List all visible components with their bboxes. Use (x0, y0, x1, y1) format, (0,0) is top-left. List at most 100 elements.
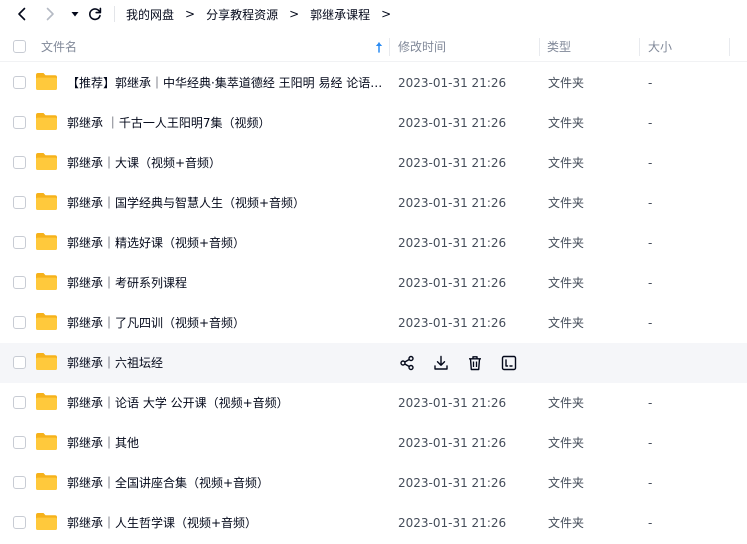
column-header-type[interactable]: 类型 (547, 32, 571, 62)
file-name[interactable]: 郭继承｜了凡四训（视频+音频） (67, 303, 383, 343)
file-row[interactable]: 郭继承｜了凡四训（视频+音频） 2023-01-31 21:26 文件夹 - (0, 303, 747, 343)
file-row[interactable]: 郭继承｜人生哲学课（视频+音频） 2023-01-31 21:26 文件夹 - (0, 503, 747, 543)
file-row[interactable]: 郭继承 ｜千古一人王阳明7集（视频） 2023-01-31 21:26 文件夹 … (0, 103, 747, 143)
folder-icon (36, 313, 57, 330)
select-all-checkbox[interactable] (13, 40, 26, 53)
file-type: 文件夹 (548, 156, 585, 170)
folder-icon (36, 153, 57, 170)
file-type: 文件夹 (548, 436, 585, 450)
file-name[interactable]: 郭继承｜精选好课（视频+音频） (67, 223, 383, 263)
breadcrumb-separator: > (381, 7, 392, 21)
file-type: 文件夹 (548, 396, 585, 410)
file-modified-time: 2023-01-31 21:26 (398, 516, 507, 530)
file-size: - (648, 156, 653, 170)
file-type: 文件夹 (548, 196, 585, 210)
navigation-bar: 我的网盘 > 分享教程资源 > 郭继承课程 > (0, 0, 747, 28)
share-button[interactable] (397, 353, 417, 373)
folder-icon (36, 393, 57, 410)
row-quick-actions (397, 353, 533, 373)
file-name[interactable]: 郭继承｜全国讲座合集（视频+音频） (67, 463, 383, 503)
file-type: 文件夹 (548, 516, 585, 530)
file-type: 文件夹 (548, 116, 585, 130)
folder-icon (36, 193, 57, 210)
column-divider[interactable] (729, 38, 730, 56)
file-name[interactable]: 郭继承｜论语 大学 公开课（视频+音频） (67, 383, 383, 423)
file-row-hovered[interactable]: 郭继承｜六祖坛经 (0, 343, 747, 383)
column-divider[interactable] (389, 38, 390, 56)
file-name[interactable]: 郭继承｜大课（视频+音频） (67, 143, 383, 183)
file-name[interactable]: 郭继承｜六祖坛经 (67, 343, 383, 383)
file-row[interactable]: 郭继承｜精选好课（视频+音频） 2023-01-31 21:26 文件夹 - (0, 223, 747, 263)
file-name[interactable]: 郭继承 ｜千古一人王阳明7集（视频） (67, 103, 383, 143)
file-size: - (648, 76, 653, 90)
file-type: 文件夹 (548, 276, 585, 290)
file-name[interactable]: 郭继承｜考研系列课程 (67, 263, 383, 303)
breadcrumb-separator: > (185, 7, 196, 21)
file-name[interactable]: 【推荐】郭继承｜中华经典·集萃道德经 王阳明 易经 论语 ... (67, 63, 383, 103)
file-type: 文件夹 (548, 236, 585, 250)
row-checkbox[interactable] (13, 196, 26, 209)
column-header-modified[interactable]: 修改时间 (398, 32, 446, 62)
file-list: 【推荐】郭继承｜中华经典·集萃道德经 王阳明 易经 论语 ... 2023-01… (0, 63, 747, 543)
forward-button[interactable] (40, 4, 60, 24)
file-size: - (648, 396, 653, 410)
back-button[interactable] (12, 4, 32, 24)
row-checkbox[interactable] (13, 396, 26, 409)
file-row[interactable]: 郭继承｜其他 2023-01-31 21:26 文件夹 - (0, 423, 747, 463)
file-size: - (648, 316, 653, 330)
breadcrumb-item-shared-resources[interactable]: 分享教程资源 (206, 6, 278, 23)
row-checkbox[interactable] (13, 236, 26, 249)
file-modified-time: 2023-01-31 21:26 (398, 236, 507, 250)
breadcrumb-item-current-folder[interactable]: 郭继承课程 (310, 6, 370, 23)
folder-icon (36, 73, 57, 90)
breadcrumb-separator: > (289, 7, 300, 21)
file-size: - (648, 236, 653, 250)
file-modified-time: 2023-01-31 21:26 (398, 76, 507, 90)
row-checkbox[interactable] (13, 356, 26, 369)
file-row[interactable]: 郭继承｜论语 大学 公开课（视频+音频） 2023-01-31 21:26 文件… (0, 383, 747, 423)
download-icon (434, 355, 448, 370)
history-dropdown-button[interactable] (65, 4, 85, 24)
row-checkbox[interactable] (13, 476, 26, 489)
row-checkbox[interactable] (13, 116, 26, 129)
row-checkbox[interactable] (13, 276, 26, 289)
file-row[interactable]: 郭继承｜国学经典与智慧人生（视频+音频） 2023-01-31 21:26 文件… (0, 183, 747, 223)
file-size: - (648, 196, 653, 210)
file-modified-time: 2023-01-31 21:26 (398, 116, 507, 130)
file-row[interactable]: 【推荐】郭继承｜中华经典·集萃道德经 王阳明 易经 论语 ... 2023-01… (0, 63, 747, 103)
file-row[interactable]: 郭继承｜全国讲座合集（视频+音频） 2023-01-31 21:26 文件夹 - (0, 463, 747, 503)
file-modified-time: 2023-01-31 21:26 (398, 436, 507, 450)
file-modified-time: 2023-01-31 21:26 (398, 276, 507, 290)
folder-icon (36, 233, 57, 250)
delete-button[interactable] (465, 353, 485, 373)
sort-ascending-arrow-icon[interactable] (374, 41, 384, 53)
column-divider[interactable] (539, 38, 540, 56)
file-row[interactable]: 郭继承｜考研系列课程 2023-01-31 21:26 文件夹 - (0, 263, 747, 303)
column-header-name[interactable]: 文件名 (41, 32, 77, 62)
file-row[interactable]: 郭继承｜大课（视频+音频） 2023-01-31 21:26 文件夹 - (0, 143, 747, 183)
file-name[interactable]: 郭继承｜其他 (67, 423, 383, 463)
download-button[interactable] (431, 353, 451, 373)
column-divider[interactable] (639, 38, 640, 56)
file-type: 文件夹 (548, 76, 585, 90)
breadcrumb: 我的网盘 > 分享教程资源 > 郭继承课程 > (126, 0, 391, 28)
file-name[interactable]: 郭继承｜人生哲学课（视频+音频） (67, 503, 383, 543)
column-header-size[interactable]: 大小 (648, 32, 672, 62)
row-checkbox[interactable] (13, 436, 26, 449)
row-checkbox[interactable] (13, 516, 26, 529)
file-type: 文件夹 (548, 476, 585, 490)
file-modified-time: 2023-01-31 21:26 (398, 156, 507, 170)
file-modified-time: 2023-01-31 21:26 (398, 476, 507, 490)
breadcrumb-item-my-drive[interactable]: 我的网盘 (126, 6, 174, 23)
file-size: - (648, 436, 653, 450)
file-name[interactable]: 郭继承｜国学经典与智慧人生（视频+音频） (67, 183, 383, 223)
rename-button[interactable] (499, 353, 519, 373)
row-checkbox[interactable] (13, 76, 26, 89)
refresh-button[interactable] (85, 4, 105, 24)
file-list-header: 文件名 修改时间 类型 大小 (0, 32, 747, 62)
file-type: 文件夹 (548, 316, 585, 330)
row-checkbox[interactable] (13, 156, 26, 169)
row-checkbox[interactable] (13, 316, 26, 329)
file-modified-time: 2023-01-31 21:26 (398, 316, 507, 330)
file-size: - (648, 276, 653, 290)
